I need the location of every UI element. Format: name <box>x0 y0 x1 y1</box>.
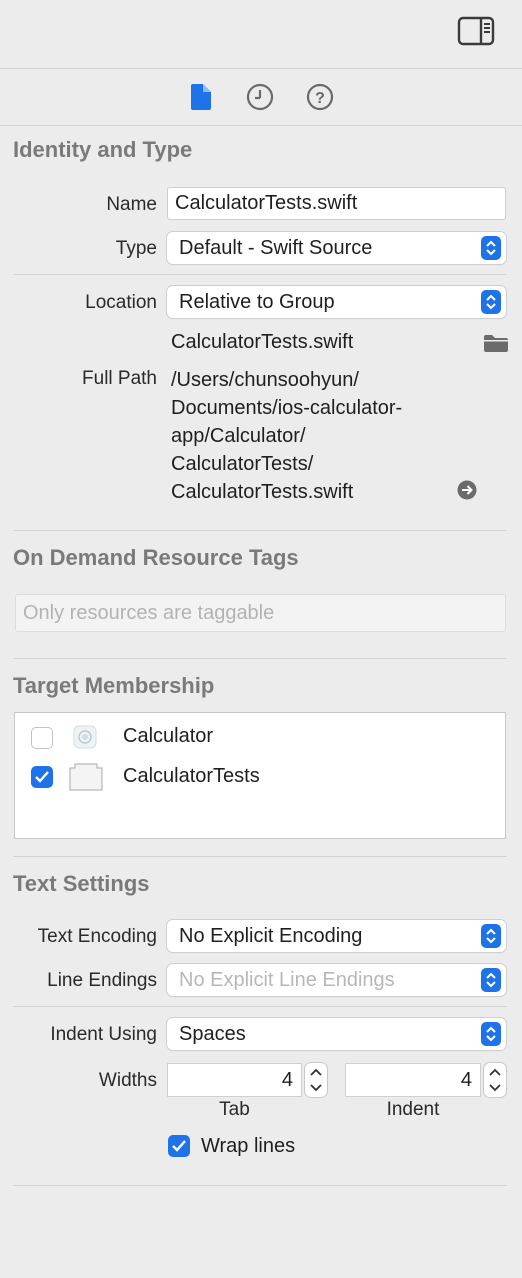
line-endings-popup[interactable]: No Explicit Line Endings <box>167 964 506 996</box>
list-item[interactable]: Calculator <box>31 725 491 751</box>
divider <box>13 658 507 659</box>
target-name: Calculator <box>123 725 214 747</box>
full-path-label: Full Path <box>82 368 157 389</box>
full-path-text: /Users/chunsoohyun/ Documents/ios-calcul… <box>171 366 471 506</box>
tab-width-field[interactable]: 4 <box>167 1063 302 1097</box>
indent-using-popup[interactable]: Spaces <box>167 1018 506 1050</box>
target-name: CalculatorTests <box>123 765 260 787</box>
reveal-arrow-icon[interactable] <box>457 480 477 500</box>
name-field[interactable]: CalculatorTests.swift <box>167 187 506 220</box>
type-popup-value: Default - Swift Source <box>179 236 373 259</box>
svg-text:?: ? <box>315 90 325 107</box>
history-icon[interactable] <box>246 83 274 111</box>
name-label: Name <box>106 194 157 215</box>
indent-using-value: Spaces <box>179 1022 246 1045</box>
widths-label: Widths <box>98 1070 157 1091</box>
help-icon[interactable]: ? <box>306 83 334 111</box>
tab-width-label: Tab <box>219 1099 250 1120</box>
list-item[interactable]: CalculatorTests <box>31 763 491 791</box>
resource-tags-field: Only resources are taggable <box>15 594 506 632</box>
chevron-updown-icon <box>481 1022 501 1046</box>
location-popup-value: Relative to Group <box>179 290 335 313</box>
chevron-updown-icon <box>481 236 501 260</box>
text-encoding-value: No Explicit Encoding <box>179 924 363 947</box>
text-settings-section-title: Text Settings <box>13 871 150 896</box>
target-membership-section-title: Target Membership <box>13 673 215 698</box>
divider <box>13 856 507 857</box>
full-path-line: CalculatorTests/ <box>171 453 314 475</box>
tab-width-stepper[interactable] <box>305 1063 327 1097</box>
line-endings-label: Line Endings <box>47 970 157 991</box>
app-target-icon <box>73 725 97 749</box>
full-path-line: /Users/chunsoohyun/ <box>171 369 359 391</box>
test-bundle-icon <box>69 763 103 791</box>
divider <box>13 1185 507 1186</box>
sidebar-toggle-icon[interactable] <box>457 15 495 47</box>
full-path-line: CalculatorTests.swift <box>171 481 354 503</box>
toolbar <box>0 0 522 69</box>
text-encoding-label: Text Encoding <box>37 926 157 947</box>
indent-width-label: Indent <box>386 1099 440 1120</box>
divider <box>13 1006 507 1007</box>
indent-using-label: Indent Using <box>50 1024 157 1045</box>
full-path-line: app/Calculator/ <box>171 425 306 447</box>
target-checkbox[interactable] <box>31 766 53 788</box>
chevron-updown-icon <box>481 924 501 948</box>
location-label: Location <box>85 292 157 313</box>
identity-section-title: Identity and Type <box>13 137 193 162</box>
wrap-lines-checkbox[interactable] <box>168 1135 190 1157</box>
type-popup[interactable]: Default - Swift Source <box>167 232 506 264</box>
chevron-updown-icon <box>481 290 501 314</box>
divider <box>13 530 507 531</box>
divider <box>13 274 507 275</box>
text-encoding-popup[interactable]: No Explicit Encoding <box>167 920 506 952</box>
file-icon[interactable] <box>189 83 213 111</box>
line-endings-value: No Explicit Line Endings <box>179 968 395 991</box>
inspector-tab-bar: ? <box>0 69 522 126</box>
indent-width-stepper[interactable] <box>484 1063 506 1097</box>
target-checkbox[interactable] <box>31 727 53 749</box>
folder-icon[interactable] <box>483 333 509 353</box>
file-name-text: CalculatorTests.swift <box>171 331 354 353</box>
indent-width-field[interactable]: 4 <box>345 1063 481 1097</box>
target-membership-list: Calculator CalculatorTests <box>14 712 506 839</box>
full-path-line: Documents/ios-calculator- <box>171 397 403 419</box>
chevron-updown-icon <box>481 968 501 992</box>
type-label: Type <box>115 238 157 259</box>
wrap-lines-label: Wrap lines <box>201 1135 296 1157</box>
on-demand-section-title: On Demand Resource Tags <box>13 545 299 570</box>
location-popup[interactable]: Relative to Group <box>167 286 506 318</box>
